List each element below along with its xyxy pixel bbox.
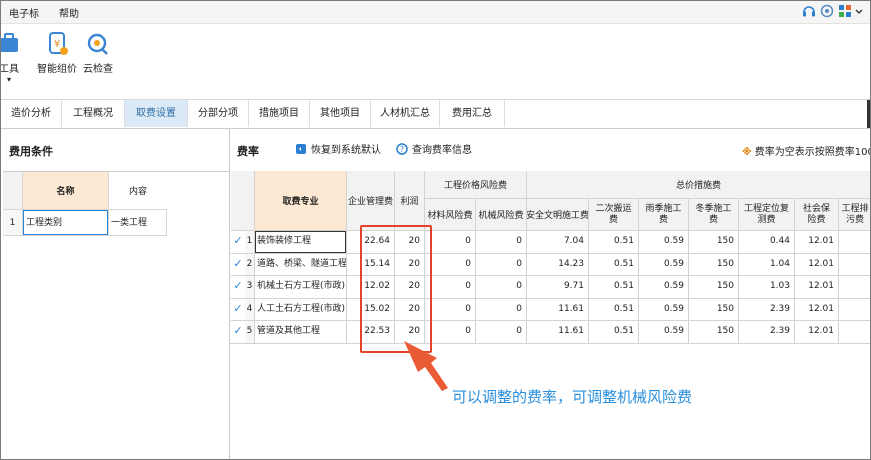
annotation-arrow-icon	[404, 341, 448, 391]
app-window: 电子标 帮助 工具 ▾ ¥ 智能组价 云检查 造价分析 工程概况 取费设置 分部…	[0, 0, 871, 460]
annotation-text: 可以调整的费率，可调整机械风险费	[452, 388, 693, 406]
